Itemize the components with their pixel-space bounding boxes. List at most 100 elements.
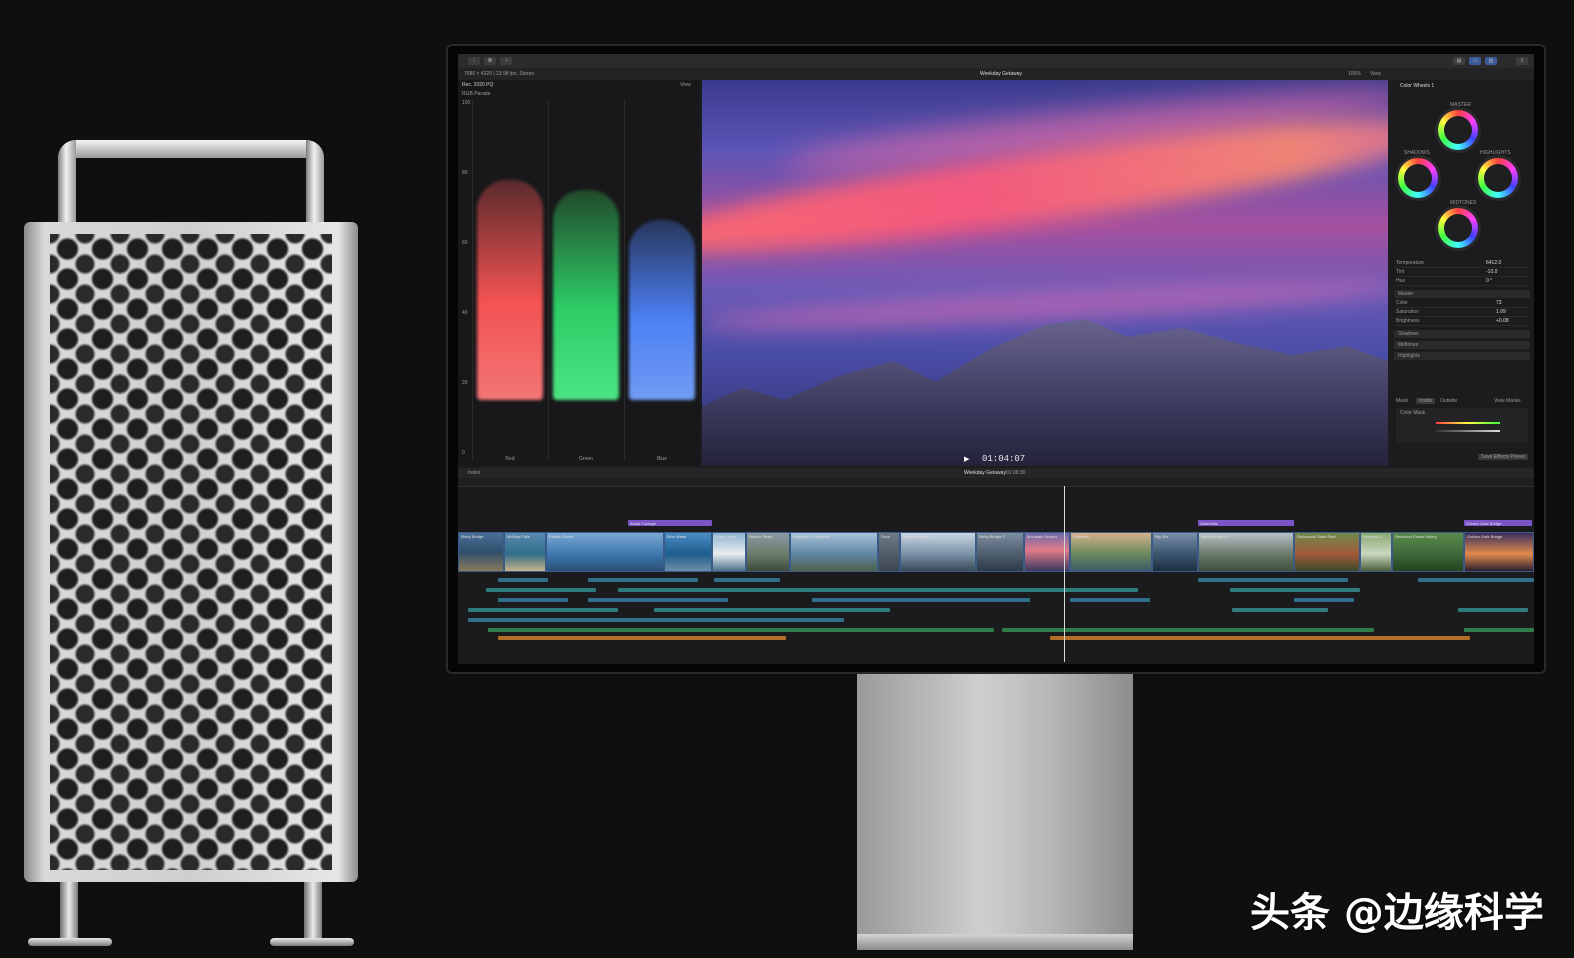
music-clip[interactable] [1002, 628, 1374, 632]
color-value[interactable]: 73 [1496, 300, 1502, 306]
tint-row[interactable]: Tint -10.0 [1396, 269, 1528, 277]
video-viewer[interactable]: ▶ 01:04:07 [702, 80, 1388, 466]
playhead[interactable] [1064, 486, 1065, 662]
app-toolbar: ↓ ⌘ ◔ ▤ ▭ ▥ ⇪ [458, 54, 1534, 68]
music-clip[interactable] [1464, 628, 1534, 632]
section-midtones[interactable]: Midtones [1394, 341, 1530, 349]
clip-pacific-ocean[interactable]: Pacific Ocean [546, 532, 664, 572]
mask-hue-slider[interactable] [1436, 422, 1500, 424]
tower-leg-right [304, 882, 322, 942]
timeline-ruler[interactable] [458, 478, 1534, 487]
share-button[interactable]: ⇪ [1516, 57, 1528, 65]
clip-bixby-bridge-2[interactable]: Bixby Bridge 2 [976, 532, 1024, 572]
audio-clip[interactable] [1294, 598, 1354, 602]
music-clip[interactable] [488, 628, 994, 632]
clip-highway-1[interactable]: Highway 1 Coastline [790, 532, 878, 572]
hue-row[interactable]: Hue 0 ° [1396, 278, 1528, 286]
audio-clip[interactable] [498, 598, 568, 602]
master-wheel[interactable] [1438, 110, 1478, 150]
final-cut-window: ↓ ⌘ ◔ ▤ ▭ ▥ ⇪ 7680 × 4320 | 23.98 fps, S… [458, 54, 1534, 664]
effects-clip[interactable] [498, 636, 786, 640]
audio-clip[interactable] [1458, 608, 1528, 612]
viewer-view-menu[interactable]: View [1370, 71, 1381, 77]
scope-red: Red [472, 100, 547, 462]
title-clip-waterfalls[interactable]: Waterfalls [1198, 520, 1294, 526]
audio-clip[interactable] [588, 578, 698, 582]
effects-clip[interactable] [1050, 636, 1470, 640]
clip-bixby-bridge-3[interactable]: Bixby Bridge 3 [1198, 532, 1294, 572]
clip-blue-water[interactable]: Blue Water [664, 532, 712, 572]
midtones-wheel[interactable] [1438, 208, 1478, 248]
browser-toggle-button[interactable]: ▤ [1453, 57, 1465, 65]
audio-clip[interactable] [1230, 588, 1360, 592]
saturation-value[interactable]: 1.09 [1496, 309, 1506, 315]
hue-value[interactable]: 0 ° [1486, 278, 1492, 284]
scope-view-menu[interactable]: View [680, 82, 691, 88]
clip-golden-gate-bridge[interactable]: Golden Gate Bridge [1464, 532, 1534, 572]
audio-clip[interactable] [654, 608, 890, 612]
temperature-value[interactable]: 6412.0 [1486, 260, 1501, 266]
audio-clip[interactable] [1418, 578, 1534, 582]
section-shadows[interactable]: Shadows [1394, 330, 1530, 338]
timeline-project-title: Weekday Getaway [964, 470, 1006, 476]
master-color-row[interactable]: Color 73 [1396, 300, 1528, 308]
clip-redwoods[interactable]: Redwoods State Park [1294, 532, 1360, 572]
audio-clip[interactable] [618, 588, 838, 592]
save-effects-preset-button[interactable]: Save Effects Preset [1478, 454, 1528, 460]
inspector-effect-title[interactable]: Color Wheels 1 [1400, 83, 1434, 89]
title-clip-aerial[interactable]: Aerial Footage [628, 520, 712, 526]
zoom-level[interactable]: 100% [1348, 71, 1361, 77]
audio-clip[interactable] [588, 598, 728, 602]
audio-clip[interactable] [498, 578, 548, 582]
clip-waterfall-2[interactable]: Waterfall 2 [1360, 532, 1392, 572]
audio-clip[interactable] [1070, 598, 1150, 602]
brightness-value[interactable]: +0.08 [1496, 318, 1509, 324]
inspector-toggle-button[interactable]: ▥ [1485, 57, 1497, 65]
clip-big-sur[interactable]: Big Sur [1152, 532, 1198, 572]
timecode-display[interactable]: 01:04:07 [982, 454, 1025, 464]
color-mask-panel: Color Mask [1396, 408, 1528, 442]
master-wheel-label: MASTER [1450, 102, 1471, 108]
mask-outside-tab[interactable]: Outside [1440, 398, 1457, 404]
tower-leg-left [60, 882, 78, 942]
keyword-button[interactable]: ⌘ [484, 57, 496, 65]
clip-waterfall[interactable]: Waterfall [1070, 532, 1152, 572]
audio-clip[interactable] [812, 598, 1030, 602]
audio-clip[interactable] [714, 578, 780, 582]
clip-rock[interactable]: Rock [878, 532, 900, 572]
audio-clip[interactable] [1198, 578, 1348, 582]
audio-clip[interactable] [486, 588, 596, 592]
mask-sat-slider[interactable] [1436, 430, 1500, 432]
audio-clip[interactable] [468, 608, 618, 612]
scope-tick-40: 40 [462, 310, 468, 316]
title-clip-golden-gate[interactable]: Golden Gate Bridge [1464, 520, 1532, 526]
view-masks-toggle[interactable]: View Masks [1494, 398, 1521, 404]
audio-clip[interactable] [468, 618, 844, 622]
highlights-wheel[interactable] [1478, 158, 1518, 198]
clip-point-lobos[interactable]: Point Lobos [712, 532, 746, 572]
section-highlights[interactable]: Highlights [1394, 352, 1530, 360]
color-inspector: Color Wheels 1 MASTER SHADOWS HIGHLIGHTS… [1390, 80, 1534, 466]
clip-redwood-hiking[interactable]: Redwood Forest Hiking [1392, 532, 1464, 572]
viewer-mountain [702, 319, 1388, 466]
tint-value[interactable]: -10.0 [1486, 269, 1497, 275]
clip-bixby-bridge[interactable]: Bixby Bridge [458, 532, 504, 572]
scope-green-label: Green [579, 456, 593, 462]
audio-clip[interactable] [1232, 608, 1328, 612]
clip-majestic-views[interactable]: Majestic Views [900, 532, 976, 572]
section-master[interactable]: Master [1394, 290, 1530, 298]
timeline-toggle-button[interactable]: ▭ [1469, 57, 1481, 65]
mask-inside-tab[interactable]: Inside [1416, 398, 1436, 404]
background-tasks-button[interactable]: ◔ [500, 57, 512, 65]
clip-harbor-seals[interactable]: Harbor Seals [746, 532, 790, 572]
timeline-index-button[interactable]: Index [468, 470, 480, 476]
master-brightness-row[interactable]: Brightness +0.08 [1396, 318, 1528, 326]
import-button[interactable]: ↓ [468, 57, 480, 65]
clip-mcway-falls[interactable]: McWay Falls [504, 532, 546, 572]
blue-waveform [629, 220, 695, 400]
master-saturation-row[interactable]: Saturation 1.09 [1396, 309, 1528, 317]
shadows-wheel[interactable] [1398, 158, 1438, 198]
temperature-row[interactable]: Temperature 6412.0 [1396, 260, 1528, 268]
audio-clip[interactable] [828, 588, 1138, 592]
play-icon[interactable]: ▶ [964, 455, 969, 463]
